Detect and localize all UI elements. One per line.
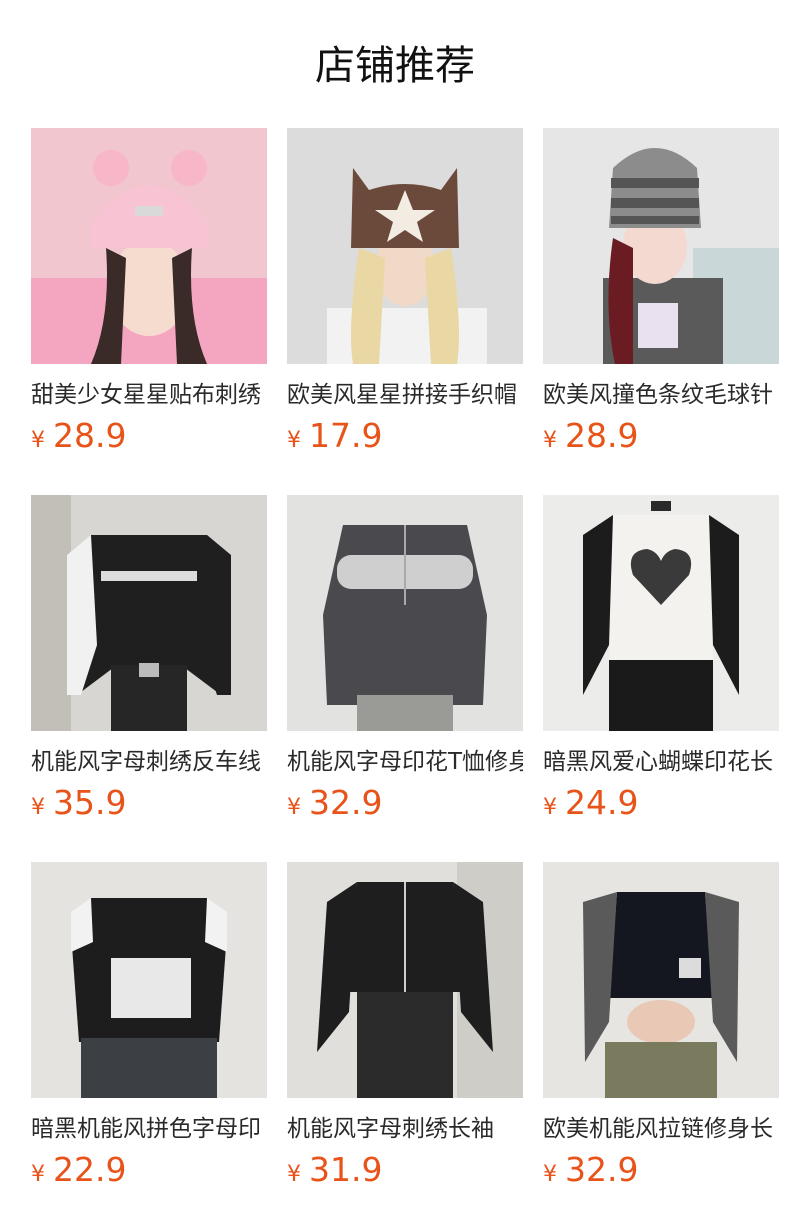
product-card[interactable]: 欧美机能风拉链修身长 ¥32.9 xyxy=(543,862,779,1229)
product-image[interactable] xyxy=(287,862,523,1098)
product-title[interactable]: 甜美少女星星贴布刺绣 xyxy=(31,380,267,410)
product-price: 17.9 xyxy=(309,416,383,455)
product-image[interactable] xyxy=(287,128,523,364)
price-row: ¥17.9 xyxy=(287,416,523,456)
price-row: ¥32.9 xyxy=(287,783,523,823)
product-price: 24.9 xyxy=(565,783,639,822)
product-price: 28.9 xyxy=(565,416,639,455)
product-image[interactable] xyxy=(543,862,779,1098)
product-image[interactable] xyxy=(31,862,267,1098)
product-card[interactable]: 机能风字母印花T恤修身 ¥32.9 xyxy=(287,495,523,862)
product-card[interactable]: 欧美风星星拼接手织帽 ¥17.9 xyxy=(287,128,523,495)
currency-symbol: ¥ xyxy=(543,795,557,820)
currency-symbol: ¥ xyxy=(31,1162,45,1187)
section-title: 店铺推荐 xyxy=(315,43,475,89)
currency-symbol: ¥ xyxy=(287,1162,301,1187)
product-title[interactable]: 欧美风星星拼接手织帽 xyxy=(287,380,523,410)
product-price: 31.9 xyxy=(309,1150,383,1189)
price-row: ¥28.9 xyxy=(31,416,267,456)
product-title[interactable]: 暗黑风爱心蝴蝶印花长 xyxy=(543,747,779,777)
product-price: 22.9 xyxy=(53,1150,127,1189)
currency-symbol: ¥ xyxy=(543,428,557,453)
product-title[interactable]: 机能风字母刺绣反车线 xyxy=(31,747,267,777)
product-image[interactable] xyxy=(287,495,523,731)
product-image[interactable] xyxy=(543,128,779,364)
product-card[interactable]: 机能风字母刺绣长袖 ¥31.9 xyxy=(287,862,523,1229)
price-row: ¥31.9 xyxy=(287,1150,523,1190)
product-card[interactable]: 甜美少女星星贴布刺绣 ¥28.9 xyxy=(31,128,267,495)
currency-symbol: ¥ xyxy=(287,795,301,820)
price-row: ¥35.9 xyxy=(31,783,267,823)
product-card[interactable]: 暗黑风爱心蝴蝶印花长 ¥24.9 xyxy=(543,495,779,862)
product-price: 32.9 xyxy=(565,1150,639,1189)
product-title[interactable]: 暗黑机能风拼色字母印 xyxy=(31,1114,267,1144)
product-title[interactable]: 机能风字母印花T恤修身 xyxy=(287,747,523,777)
price-row: ¥32.9 xyxy=(543,1150,779,1190)
currency-symbol: ¥ xyxy=(543,1162,557,1187)
price-row: ¥24.9 xyxy=(543,783,779,823)
price-row: ¥22.9 xyxy=(31,1150,267,1190)
product-image[interactable] xyxy=(31,128,267,364)
product-price: 35.9 xyxy=(53,783,127,822)
product-price: 32.9 xyxy=(309,783,383,822)
currency-symbol: ¥ xyxy=(287,428,301,453)
product-image[interactable] xyxy=(31,495,267,731)
product-card[interactable]: 暗黑机能风拼色字母印 ¥22.9 xyxy=(31,862,267,1229)
product-title[interactable]: 机能风字母刺绣长袖 xyxy=(287,1114,523,1144)
price-row: ¥28.9 xyxy=(543,416,779,456)
product-title[interactable]: 欧美机能风拉链修身长 xyxy=(543,1114,779,1144)
store-recommendations-page: 店铺推荐 甜美少女星星贴布刺绣 ¥28.9 欧美风星星拼接手织帽 ¥ 17.9 … xyxy=(0,0,790,1228)
product-card[interactable]: 欧美风撞色条纹毛球针 ¥28.9 xyxy=(543,128,779,495)
product-image[interactable] xyxy=(543,495,779,731)
currency-symbol: ¥ xyxy=(31,795,45,820)
product-title[interactable]: 欧美风撞色条纹毛球针 xyxy=(543,380,779,410)
currency-symbol: ¥ xyxy=(31,428,45,453)
product-price: 28.9 xyxy=(53,416,127,455)
product-card[interactable]: 机能风字母刺绣反车线 ¥35.9 xyxy=(31,495,267,862)
product-grid: 甜美少女星星贴布刺绣 ¥28.9 欧美风星星拼接手织帽 ¥17.9 欧美风撞色条… xyxy=(31,128,790,1229)
